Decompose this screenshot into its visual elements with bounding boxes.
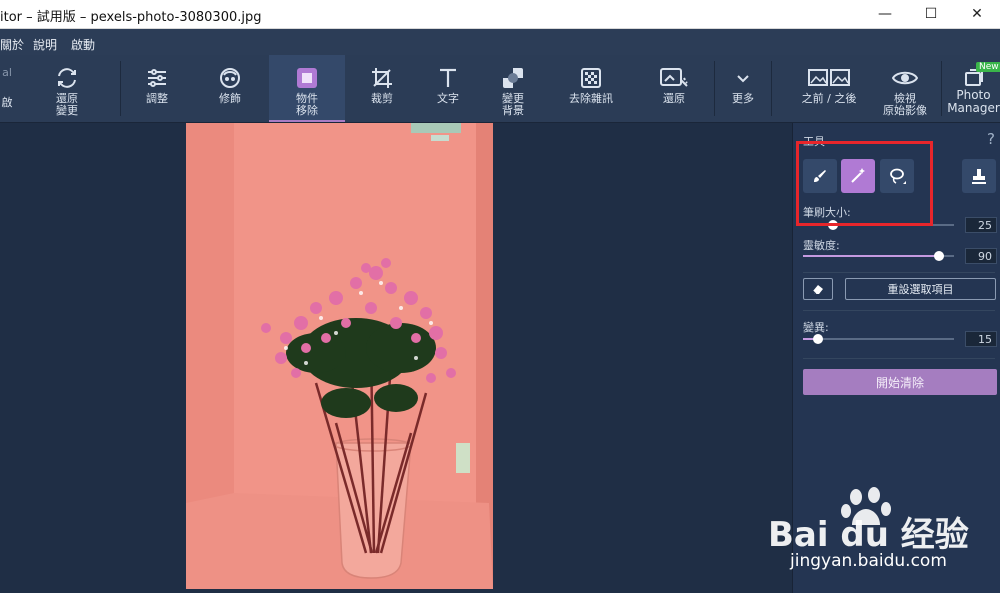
tool-photo-manager[interactable]: New Photo Manager <box>947 55 1000 122</box>
chevron-down-icon <box>735 63 751 93</box>
divider <box>803 272 995 273</box>
sensitivity-label: 靈敏度: <box>803 239 840 252</box>
tool-retouch[interactable]: 修飾 <box>200 55 260 122</box>
brush-icon <box>814 170 826 182</box>
eraser-icon <box>812 285 823 295</box>
lasso-tool-button[interactable] <box>880 159 914 193</box>
tool-more[interactable]: 更多 <box>722 55 764 122</box>
stamp-tool-button[interactable] <box>962 159 996 193</box>
tool-view-original[interactable]: 檢視 原始影像 <box>876 55 934 122</box>
tool-before-after[interactable]: 之前 / 之後 <box>790 55 868 122</box>
object-removal-icon <box>295 63 319 93</box>
window-title: itor – 試用版 – pexels-photo-3080300.jpg <box>0 10 262 25</box>
tool-crop[interactable]: 裁剪 <box>352 55 412 122</box>
expand-track[interactable] <box>803 338 954 340</box>
start-erase-button[interactable]: 開始清除 <box>803 369 997 395</box>
sliders-icon <box>145 63 169 93</box>
tool-change-background[interactable]: 變更 背景 <box>483 55 543 122</box>
brush-size-label: 筆刷大小: <box>803 206 851 219</box>
minimize-button[interactable]: — <box>862 0 908 28</box>
divider <box>803 358 995 359</box>
restore-icon <box>659 63 689 93</box>
expand-value[interactable]: 15 <box>965 331 997 347</box>
menu-about[interactable]: 關於 <box>0 36 24 53</box>
eraser-button[interactable] <box>803 278 833 300</box>
tools-label: 工具 <box>803 135 825 148</box>
sensitivity-slider[interactable] <box>934 251 944 261</box>
watermark-url: jingyan.baidu.com <box>790 551 947 571</box>
menu-activate[interactable]: 啟動 <box>71 36 95 53</box>
menu-bar: 關於 說明 啟動 <box>0 29 1000 55</box>
close-button[interactable]: ✕ <box>954 0 1000 28</box>
menu-help[interactable]: 說明 <box>33 36 57 53</box>
maximize-button[interactable]: ☐ <box>908 0 954 28</box>
before-after-icon <box>808 63 850 93</box>
toolbar: al 啟 還原 變更 調整 修飾 物件 移除 裁剪 文字 變更 背景 去除雜訊 … <box>0 55 1000 123</box>
divider <box>803 310 995 311</box>
photo-canvas[interactable] <box>186 123 493 589</box>
new-badge: New <box>976 62 1000 72</box>
magic-wand-icon <box>851 168 865 183</box>
denoise-icon <box>579 63 603 93</box>
crop-icon <box>370 63 394 93</box>
face-icon <box>218 63 242 93</box>
magic-wand-tool-button[interactable] <box>841 159 875 193</box>
background-icon <box>501 63 525 93</box>
tool-undo-changes[interactable]: 還原 變更 <box>37 55 97 122</box>
help-icon[interactable]: ? <box>987 130 995 148</box>
brush-size-value[interactable]: 25 <box>965 217 997 233</box>
tool-text[interactable]: 文字 <box>418 55 478 122</box>
brush-size-slider[interactable] <box>828 220 838 230</box>
lasso-icon <box>890 168 906 184</box>
tool-object-removal[interactable]: 物件 移除 <box>269 55 345 122</box>
title-bar: itor – 試用版 – pexels-photo-3080300.jpg — … <box>0 0 1000 29</box>
tool-restore[interactable]: 還原 <box>643 55 705 122</box>
refresh-icon <box>55 63 79 93</box>
watermark-logo: Bai du 经验 <box>768 515 969 555</box>
text-icon <box>436 63 460 93</box>
stamp-icon <box>972 169 986 184</box>
expand-slider[interactable] <box>813 334 823 344</box>
tool-adjust[interactable]: 調整 <box>127 55 187 122</box>
expand-label: 變異: <box>803 321 829 334</box>
tool-denoise[interactable]: 去除雜訊 <box>560 55 622 122</box>
brush-tool-button[interactable] <box>803 159 837 193</box>
reset-selection-button[interactable]: 重設選取項目 <box>845 278 996 300</box>
watermark: Bai du 经验 jingyan.baidu.com <box>768 485 998 585</box>
eye-icon <box>892 63 918 93</box>
tool-partial-left[interactable]: al 啟 <box>0 55 14 122</box>
sensitivity-value[interactable]: 90 <box>965 248 997 264</box>
